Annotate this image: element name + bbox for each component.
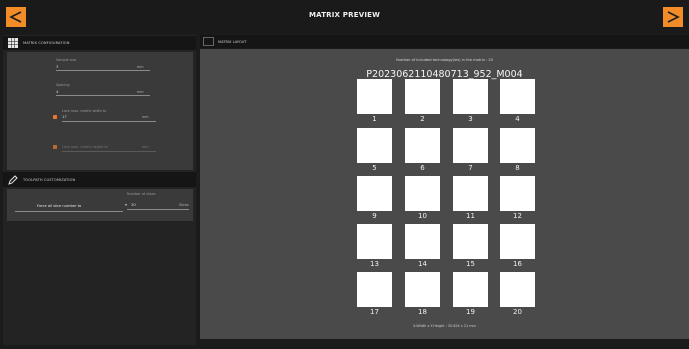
- lock-width-underline: [62, 121, 156, 122]
- matrix-cell-4[interactable]: [500, 79, 535, 114]
- next-button[interactable]: [663, 7, 683, 27]
- force-slice-underline: [15, 211, 123, 212]
- matrix-cell-label-8: 8: [515, 164, 520, 172]
- matrix-cell-12[interactable]: [500, 176, 535, 211]
- matrix-cell-label-3: 3: [468, 115, 473, 123]
- matrix-cell-label-20: 20: [513, 308, 522, 316]
- sample-size-field[interactable]: 3: [56, 64, 58, 69]
- matrix-cell-11[interactable]: [453, 176, 488, 211]
- matrix-cell-1[interactable]: [357, 79, 392, 114]
- matrix-cell-10[interactable]: [405, 176, 440, 211]
- matrix-cell-14[interactable]: [405, 224, 440, 259]
- matrix-cell-13[interactable]: [357, 224, 392, 259]
- matrix-cell-label-15: 15: [466, 260, 475, 268]
- toolpath-customization-title: TOOLPATH CUSTOMIZATION: [23, 177, 76, 182]
- forward-arrow-icon: [667, 11, 680, 23]
- matrix-cell-9[interactable]: [357, 176, 392, 211]
- matrix-cell-3[interactable]: [453, 79, 488, 114]
- matrix-cell-6[interactable]: [405, 128, 440, 163]
- window-title: MATRIX PREVIEW: [308, 11, 381, 19]
- toolpath-customization-header: TOOLPATH CUSTOMIZATION: [3, 172, 196, 187]
- matrix-cell-label-18: 18: [418, 308, 427, 316]
- matrix-cell-16[interactable]: [500, 224, 535, 259]
- spacing-field[interactable]: 4: [56, 89, 58, 94]
- matrix-cell-label-13: 13: [370, 260, 379, 268]
- matrix-cell-18[interactable]: [405, 272, 440, 307]
- lock-width-field[interactable]: 17: [62, 114, 67, 119]
- matrix-cell-label-17: 17: [370, 308, 379, 316]
- lock-width-label: Lock max. matrix width to: [62, 109, 107, 113]
- lock-width-unit: mm: [142, 115, 149, 119]
- dotted-frame-icon: [203, 37, 214, 46]
- matrix-cell-label-2: 2: [420, 115, 425, 123]
- matrix-cell-5[interactable]: [357, 128, 392, 163]
- sample-size-label: Sample size: [56, 58, 77, 62]
- matrix-cell-label-4: 4: [515, 115, 520, 123]
- sample-size-underline: [56, 70, 150, 71]
- matrix-grid: 1 2 3 4 5 6 7 8 9 10 11 12 13 14 15 16 17 18 19 20: [200, 49, 689, 339]
- left-panel: MATRIX CONFIGURATION Sample size 3 mm Sp…: [3, 35, 196, 345]
- matrix-cell-label-11: 11: [466, 212, 475, 220]
- spacing-label: Spacing: [56, 83, 70, 87]
- matrix-cell-19[interactable]: [453, 272, 488, 307]
- matrix-cell-label-10: 10: [418, 212, 427, 220]
- matrix-layout-header: MATRIX LAYOUT: [200, 35, 689, 48]
- matrix-cell-label-9: 9: [372, 212, 377, 220]
- matrix-configuration-title: MATRIX CONFIGURATION: [23, 41, 70, 45]
- lock-width-checkbox[interactable]: [53, 115, 57, 119]
- slices-unit: Slices: [179, 203, 189, 207]
- top-bar: MATRIX PREVIEW: [0, 0, 689, 34]
- matrix-cell-7[interactable]: [453, 128, 488, 163]
- slices-label: Number of slices: [127, 192, 156, 196]
- matrix-cell-8[interactable]: [500, 128, 535, 163]
- matrix-cell-label-19: 19: [466, 308, 475, 316]
- lock-height-label: Lock max. matrix height to: [62, 145, 108, 149]
- slices-underline: [127, 209, 189, 210]
- pencil-icon: [8, 174, 18, 185]
- matrix-cell-label-14: 14: [418, 260, 427, 268]
- matrix-layout-title: MATRIX LAYOUT: [218, 39, 247, 44]
- lock-height-unit: mm: [142, 145, 149, 149]
- lock-height-underline: [62, 151, 156, 152]
- matrix-dimensions: X-Width x Y-Height : 35.624 x 21 mm: [413, 324, 476, 328]
- matrix-cell-17[interactable]: [357, 272, 392, 307]
- matrix-cell-label-7: 7: [468, 164, 473, 172]
- matrix-cell-label-16: 16: [513, 260, 522, 268]
- matrix-cell-2[interactable]: [405, 79, 440, 114]
- matrix-layout-canvas: Number of included technology(ies) in th…: [200, 49, 689, 339]
- matrix-cell-label-12: 12: [513, 212, 522, 220]
- matrix-configuration-panel: Sample size 3 mm Spacing 4 mm Lock max. …: [7, 52, 193, 170]
- matrix-configuration-header: MATRIX CONFIGURATION: [3, 36, 196, 50]
- matrix-cell-label-1: 1: [372, 115, 377, 123]
- sample-size-unit: mm: [137, 65, 144, 69]
- matrix-cell-label-6: 6: [420, 164, 425, 172]
- spacing-underline: [56, 95, 150, 96]
- spacing-unit: mm: [137, 90, 144, 94]
- slices-stepper-arrow[interactable]: ▾: [125, 202, 127, 207]
- toolpath-customization-panel: Force all slice number to Number of slic…: [7, 189, 193, 221]
- matrix-cell-label-5: 5: [372, 164, 377, 172]
- matrix-cell-20[interactable]: [500, 272, 535, 307]
- lock-height-checkbox[interactable]: [53, 145, 57, 149]
- grid-icon: [8, 38, 18, 48]
- slices-field[interactable]: 30: [131, 202, 136, 207]
- force-slice-button[interactable]: Force all slice number to: [37, 204, 81, 208]
- matrix-cell-15[interactable]: [453, 224, 488, 259]
